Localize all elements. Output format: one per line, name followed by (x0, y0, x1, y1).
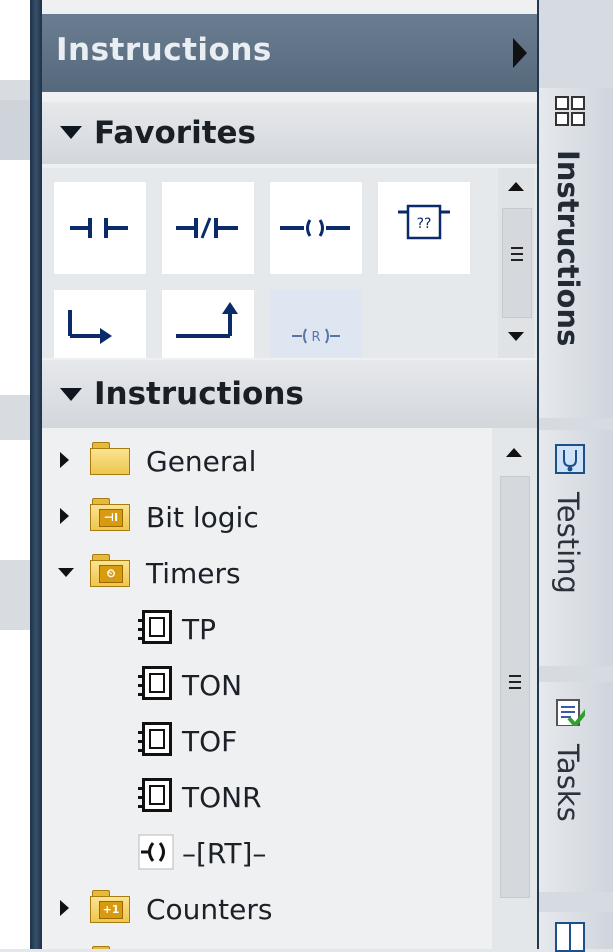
open-branch-button[interactable] (54, 290, 146, 358)
open-branch-icon (68, 310, 112, 344)
panel-splitter[interactable] (30, 0, 42, 949)
libraries-icon (555, 922, 585, 952)
tab-instructions[interactable]: Instructions (539, 88, 613, 418)
assignment-coil-button[interactable] (270, 182, 362, 274)
timer-folder-icon: ⏲ (90, 554, 130, 587)
normally-open-contact-icon (70, 218, 128, 238)
editor-band (0, 560, 30, 630)
tab-tasks[interactable]: Tasks (539, 682, 613, 892)
scroll-down-icon[interactable] (498, 320, 534, 354)
function-block-icon (138, 778, 172, 812)
close-branch-button[interactable] (162, 290, 254, 358)
bit-logic-folder-icon: ⊣I (90, 498, 130, 531)
editor-band (0, 100, 30, 160)
tree-item-timers[interactable]: ⏲ Timers (42, 544, 492, 600)
expand-triangle-icon (60, 388, 82, 401)
expand-arrow-icon[interactable] (60, 452, 69, 468)
folder-icon (90, 442, 130, 475)
editor-edge (0, 0, 30, 949)
normally-closed-contact-button[interactable] (162, 182, 254, 274)
tree-item-ton[interactable]: TON (42, 656, 492, 712)
tree-item-label: Counters (146, 893, 273, 926)
tab-label: Tasks (551, 744, 585, 822)
grip-icon (511, 247, 523, 249)
coil-instruction-icon (138, 834, 174, 870)
function-block-icon (138, 722, 172, 756)
empty-box-button[interactable]: ?? (378, 182, 470, 274)
tab-label: Instructions (551, 150, 585, 347)
expand-arrow-icon[interactable] (60, 900, 69, 916)
tree-item-general[interactable]: General (42, 432, 492, 488)
reset-coil-icon: R (292, 328, 340, 345)
tree-item-rt[interactable]: –[RT]– (42, 824, 492, 880)
tree-item-counters[interactable]: +1 Counters (42, 880, 492, 936)
collapse-arrow-icon[interactable] (58, 568, 74, 577)
favorites-section-header[interactable]: Favorites (42, 102, 537, 164)
function-block-icon (138, 610, 172, 644)
tab-label: Testing (551, 492, 585, 594)
tree-item-label: Timers (146, 557, 241, 590)
scroll-thumb[interactable] (500, 476, 530, 898)
counter-folder-icon: +1 (90, 890, 130, 923)
instructions-section-header[interactable]: Instructions (42, 360, 537, 428)
instruction-tree: General ⊣I Bit logic ⏲ Timers TP TON TOF (42, 428, 492, 949)
tab-testing[interactable]: Testing (539, 430, 613, 666)
tab-partial[interactable] (539, 912, 613, 952)
empty-box-icon: ?? (398, 204, 450, 240)
tree-item-label: TON (182, 669, 243, 702)
grid-icon (555, 96, 585, 126)
tree-item-tonr[interactable]: TONR (42, 768, 492, 824)
instructions-panel: Instructions Favorites ?? R Instructions… (42, 0, 537, 949)
collapse-panel-icon[interactable] (513, 38, 527, 68)
expand-arrow-icon[interactable] (60, 508, 69, 524)
normally-open-contact-button[interactable] (54, 182, 146, 274)
tree-item-label: TOF (182, 725, 238, 758)
tree-item-tp[interactable]: TP (42, 600, 492, 656)
scroll-thumb[interactable] (502, 208, 532, 318)
tree-item-label: –[RT]– (182, 837, 267, 870)
tree-item-bit-logic[interactable]: ⊣I Bit logic (42, 488, 492, 544)
reset-coil-button[interactable]: R (270, 290, 362, 358)
tasks-icon (556, 699, 585, 726)
favorites-label: Favorites (94, 115, 256, 151)
reset-coil-text: R (311, 330, 320, 345)
tree-scrollbar[interactable] (492, 428, 537, 949)
favorites-palette: ?? R (42, 168, 537, 358)
scroll-up-icon[interactable] (496, 436, 532, 470)
scroll-up-icon[interactable] (498, 170, 534, 204)
tree-item-label: General (146, 445, 257, 478)
tree-item-label: TONR (182, 781, 262, 814)
tree-item-partial[interactable] (42, 936, 492, 949)
panel-header: Instructions (42, 14, 537, 92)
tree-item-label: TP (182, 613, 216, 646)
function-block-icon (138, 666, 172, 700)
editor-band (0, 395, 30, 440)
tree-item-label: Bit logic (146, 501, 259, 534)
editor-band (0, 80, 30, 100)
normally-closed-contact-icon (176, 217, 238, 239)
tree-item-tof[interactable]: TOF (42, 712, 492, 768)
task-cards-bar: Instructions Testing Tasks (537, 0, 613, 952)
grip-icon (509, 675, 521, 677)
favorites-scrollbar[interactable] (498, 168, 534, 358)
coil-icon (280, 219, 350, 237)
testing-icon (555, 444, 585, 474)
box-text: ?? (417, 216, 432, 232)
close-branch-icon (176, 302, 238, 338)
instructions-label: Instructions (94, 376, 304, 412)
panel-title: Instructions (56, 32, 272, 68)
expand-triangle-icon (60, 126, 82, 139)
